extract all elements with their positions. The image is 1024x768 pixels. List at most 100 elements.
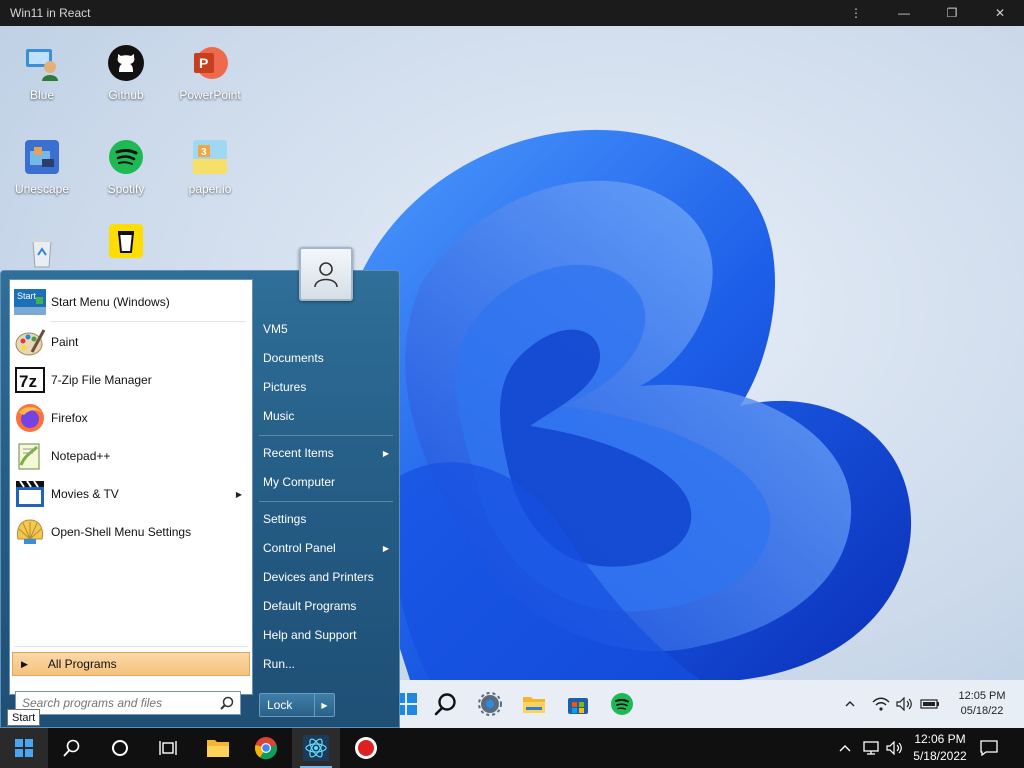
- store-icon[interactable]: [566, 692, 590, 716]
- right-item-my-computer[interactable]: My Computer: [263, 471, 395, 493]
- blue-person-icon: [23, 44, 61, 82]
- program-movies-tv[interactable]: Movies & TV ▶: [12, 476, 250, 512]
- right-item-pictures[interactable]: Pictures: [263, 376, 395, 398]
- right-item-default-programs[interactable]: Default Programs: [263, 595, 395, 617]
- notification-icon[interactable]: [980, 728, 1004, 768]
- right-item-documents[interactable]: Documents: [263, 347, 395, 369]
- right-item-vm5[interactable]: VM5: [263, 318, 395, 340]
- right-item-label: Settings: [263, 512, 307, 526]
- react-app-icon[interactable]: [292, 728, 340, 768]
- search-icon[interactable]: [220, 696, 234, 713]
- desktop-icon-powerpoint[interactable]: P PowerPoint: [170, 44, 250, 102]
- right-item-devices-printers[interactable]: Devices and Printers: [263, 566, 395, 588]
- right-item-label: Default Programs: [263, 599, 357, 613]
- search-input[interactable]: [22, 696, 218, 710]
- window-title: Win11 in React: [10, 6, 91, 20]
- right-item-control-panel[interactable]: Control Panel ▶: [263, 537, 395, 559]
- paint-icon: [14, 326, 46, 358]
- windows-start-button[interactable]: [0, 728, 48, 768]
- lock-label: Lock: [267, 698, 293, 712]
- firefox-icon: [14, 402, 46, 434]
- right-item-settings[interactable]: Settings: [263, 508, 395, 530]
- program-label: Start Menu (Windows): [51, 295, 170, 309]
- svg-text:7z: 7z: [19, 372, 37, 391]
- desktop-icon-blue[interactable]: Blue: [2, 44, 82, 102]
- right-item-help-support[interactable]: Help and Support: [263, 624, 395, 646]
- program-open-shell-settings[interactable]: Open-Shell Menu Settings: [12, 514, 250, 550]
- cortana-icon[interactable]: [96, 728, 144, 768]
- close-button[interactable]: ✕: [976, 0, 1024, 26]
- settings-icon[interactable]: [478, 692, 502, 716]
- programs-divider: [50, 321, 246, 322]
- right-divider: [259, 435, 393, 436]
- desktop-icon-buy-me-a-coffee[interactable]: [86, 222, 166, 266]
- user-icon: [314, 262, 338, 288]
- notepadpp-icon: [14, 440, 46, 472]
- win11-date: 05/18/22: [960, 705, 1004, 717]
- restore-button[interactable]: ❐: [928, 0, 976, 26]
- submenu-arrow-icon: ▶: [382, 543, 389, 553]
- program-paint[interactable]: Paint: [12, 324, 250, 360]
- desktop-icon-github[interactable]: Github: [86, 44, 166, 102]
- volume-icon[interactable]: [896, 692, 914, 716]
- taskbar-date: 5/18/2022: [913, 749, 967, 763]
- powerpoint-icon: P: [191, 44, 229, 82]
- program-7zip[interactable]: 7z 7-Zip File Manager: [12, 362, 250, 398]
- window-title-bar: Win11 in React ⋮ — ❐ ✕: [0, 0, 1024, 26]
- spotify-icon: [107, 138, 145, 176]
- paperio-icon: 3: [191, 138, 229, 176]
- desktop-icon-label: PowerPoint: [179, 88, 241, 102]
- start-menu-icon: Start: [14, 286, 46, 318]
- right-item-label: Control Panel: [263, 541, 336, 555]
- right-item-music[interactable]: Music: [263, 405, 395, 427]
- desktop-icon-label: Unescape: [14, 182, 70, 196]
- right-item-recent-items[interactable]: Recent Items ▶: [263, 442, 395, 464]
- win11-time: 12:05 PM: [958, 690, 1006, 702]
- desktop-icon-spotify[interactable]: Spotify: [86, 138, 166, 196]
- 7zip-icon: 7z: [14, 364, 46, 396]
- program-notepadpp[interactable]: Notepad++: [12, 438, 250, 474]
- svg-text:3: 3: [201, 147, 207, 158]
- task-view-icon[interactable]: [144, 728, 192, 768]
- windows-start-icon: [15, 739, 33, 757]
- program-label: Movies & TV: [51, 487, 119, 501]
- shutdown-options-arrow-icon[interactable]: ▶: [314, 694, 334, 716]
- user-avatar[interactable]: [299, 247, 353, 301]
- spotify-icon[interactable]: [610, 692, 634, 716]
- battery-icon[interactable]: [920, 692, 940, 716]
- all-programs-label: All Programs: [47, 657, 117, 671]
- taskbar-clock[interactable]: 12:06 PM 5/18/2022: [904, 731, 976, 765]
- all-programs-button[interactable]: ▶ All Programs: [12, 652, 250, 676]
- start-search-box[interactable]: [15, 691, 241, 715]
- program-start-menu-windows[interactable]: Start Start Menu (Windows): [12, 284, 250, 320]
- chrome-icon[interactable]: [242, 728, 290, 768]
- program-label: Paint: [51, 335, 79, 349]
- network-icon[interactable]: [862, 728, 882, 768]
- win11-clock[interactable]: 12:05 PM 05/18/22: [956, 689, 1008, 719]
- github-icon: [107, 44, 145, 82]
- record-icon[interactable]: [342, 728, 390, 768]
- search-icon[interactable]: [48, 728, 96, 768]
- submenu-arrow-icon: ▶: [382, 448, 389, 458]
- chevron-up-icon[interactable]: [838, 728, 856, 768]
- more-options-button[interactable]: ⋮: [832, 0, 880, 26]
- volume-icon[interactable]: [886, 728, 906, 768]
- desktop-icon-unescape[interactable]: Unescape: [2, 138, 82, 196]
- wifi-icon[interactable]: [872, 692, 890, 716]
- minimize-button[interactable]: —: [880, 0, 928, 26]
- taskbar-time: 12:06 PM: [914, 732, 966, 746]
- openshell-icon: [14, 516, 46, 548]
- desktop-icon-label: Spotify: [107, 182, 145, 196]
- chevron-up-icon[interactable]: [843, 692, 857, 716]
- desktop-icon-paperio[interactable]: 3 paper.io: [170, 138, 250, 196]
- unescape-game-icon: [23, 138, 61, 176]
- buy-me-a-coffee-icon: [107, 222, 145, 260]
- right-item-run[interactable]: Run...: [263, 653, 395, 675]
- lock-button[interactable]: Lock ▶: [259, 693, 335, 717]
- program-firefox[interactable]: Firefox: [12, 400, 250, 436]
- movies-icon: [14, 478, 46, 510]
- desktop-icon-label: Blue: [29, 88, 55, 102]
- search-icon[interactable]: [434, 692, 458, 716]
- file-explorer-icon[interactable]: [522, 692, 546, 716]
- file-explorer-icon[interactable]: [194, 728, 242, 768]
